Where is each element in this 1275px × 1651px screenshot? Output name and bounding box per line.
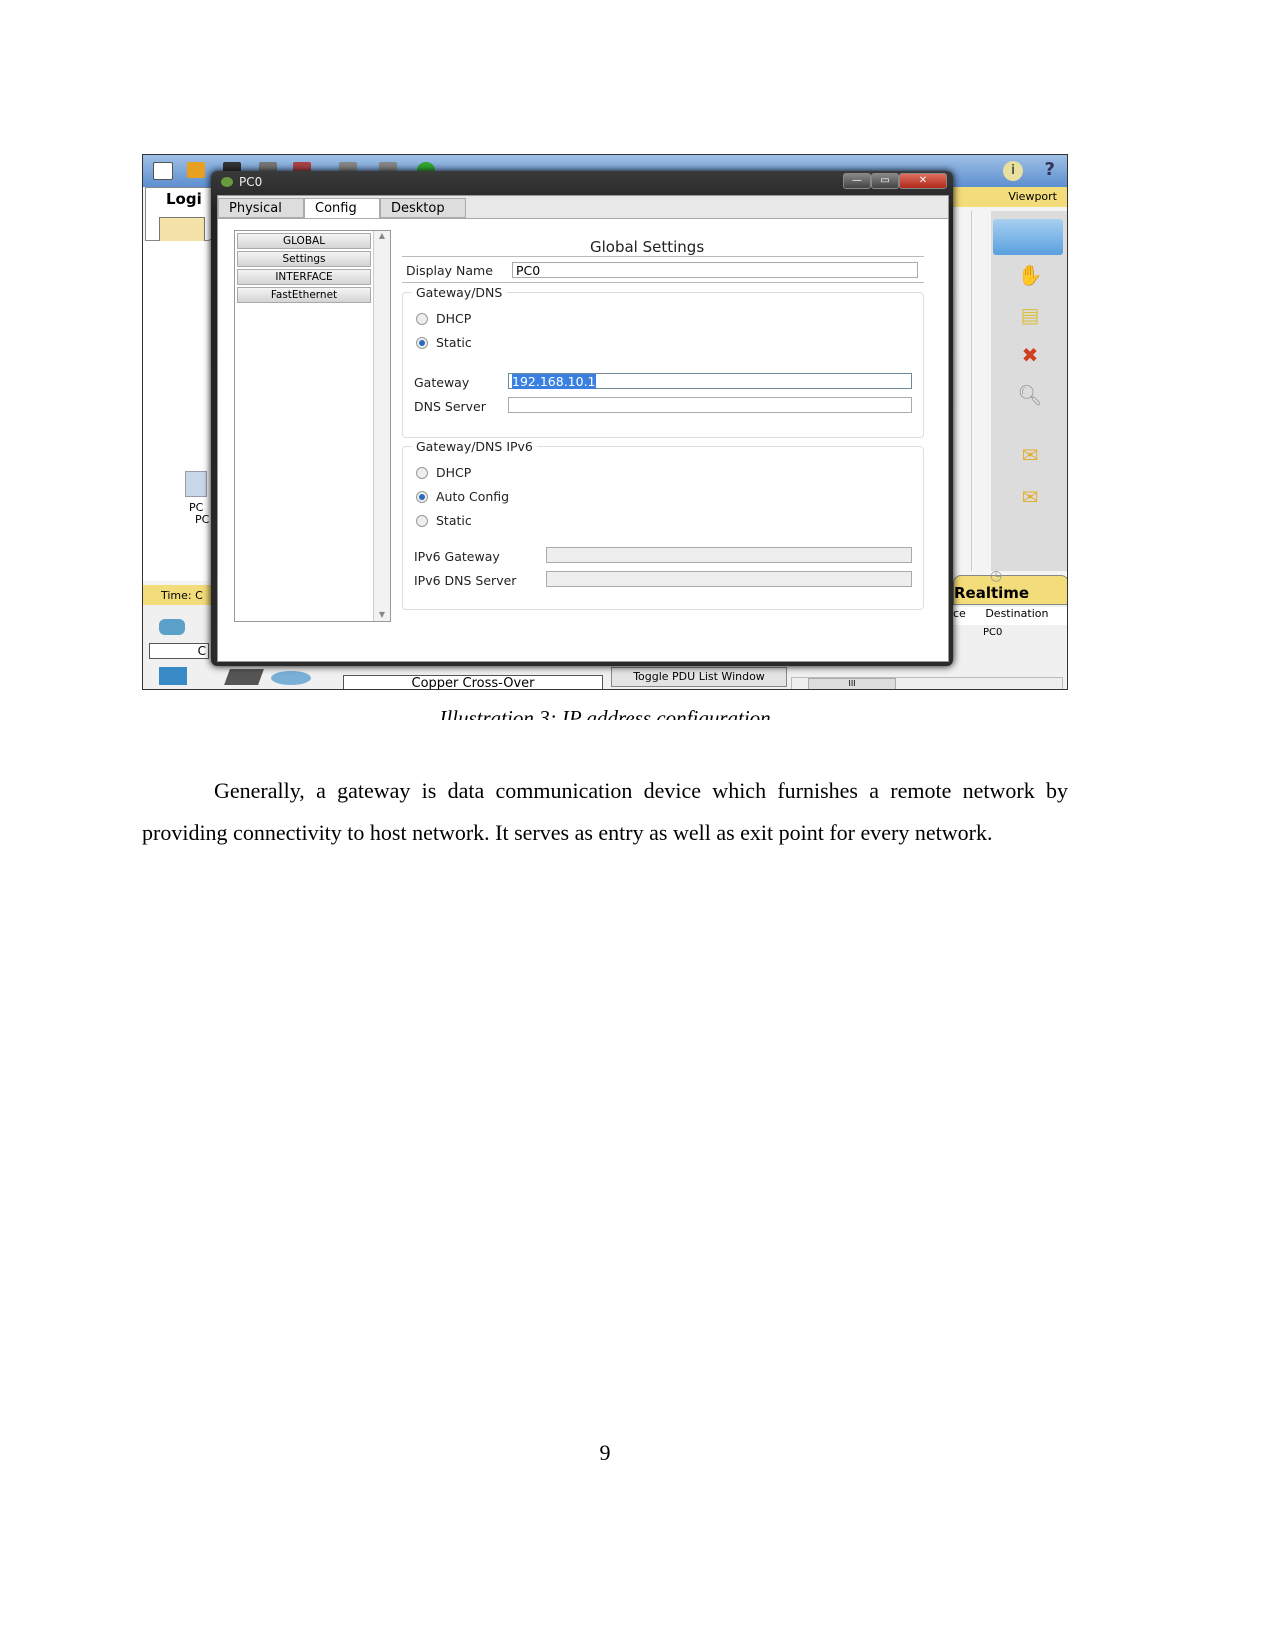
nav-settings[interactable]: Settings — [237, 251, 371, 267]
router-icon[interactable] — [159, 619, 185, 635]
pdu-list-header: ce Destination — [953, 607, 1067, 625]
dns-server-input[interactable] — [508, 397, 912, 413]
cable-connector-icon[interactable] — [224, 669, 264, 685]
paragraph-text: Generally, a gateway is data communicati… — [142, 778, 1068, 845]
move-hand-icon[interactable]: ✋ — [1015, 263, 1045, 289]
ipv6-auto-config-label: Auto Config — [436, 489, 510, 504]
scrollbar-thumb[interactable]: III — [808, 678, 896, 689]
info-icon[interactable]: i — [1003, 161, 1023, 181]
dialog-title: PC0 — [239, 175, 263, 189]
time-display: Time: C — [143, 585, 213, 605]
body-paragraph: Generally, a gateway is data communicati… — [142, 770, 1068, 854]
dhcp-label: DHCP — [436, 311, 472, 326]
tab-physical[interactable]: Physical — [218, 198, 304, 218]
add-complex-pdu-icon[interactable]: ✉ — [1015, 485, 1045, 511]
ipv6-static-radio[interactable] — [416, 515, 428, 527]
tab-config[interactable]: Config — [304, 198, 380, 218]
help-icon[interactable]: ? — [1045, 159, 1055, 180]
inspect-magnifier-icon[interactable]: 🔍︎ — [1015, 383, 1045, 409]
minimize-button[interactable]: — — [843, 173, 871, 189]
delete-icon[interactable]: ✖ — [1015, 343, 1045, 369]
pc-device-icon[interactable] — [185, 471, 207, 497]
maximize-button[interactable]: ▭ — [871, 173, 899, 189]
workspace[interactable]: PC PC — [143, 241, 213, 581]
connection-type-label: Copper Cross-Over — [343, 675, 603, 689]
gateway-label: Gateway — [414, 375, 470, 390]
toggle-pdu-list-button[interactable]: Toggle PDU List Window — [611, 667, 787, 687]
gateway-value: 192.168.10.1 — [512, 374, 596, 389]
dialog-client: Physical Config Desktop GLOBAL Settings … — [217, 195, 949, 662]
pc-icon — [221, 177, 233, 187]
pc0-dialog: PC0 — ▭ ✕ Physical Config Desktop GLOBAL… — [211, 171, 953, 666]
config-nav-list: GLOBAL Settings INTERFACE FastEthernet ▲… — [234, 230, 391, 622]
add-simple-pdu-icon[interactable]: ✉ — [1015, 443, 1045, 469]
note-icon[interactable]: ▤ — [1015, 303, 1045, 329]
pdu-row-destination: PC0 — [983, 627, 1003, 638]
divider — [402, 256, 924, 257]
gateway-input[interactable]: 192.168.10.1 — [508, 373, 912, 389]
tab-desktop[interactable]: Desktop — [380, 198, 466, 218]
figure-caption: Illustration 3: IP address configuration — [439, 706, 771, 720]
vertical-scrollbar[interactable] — [971, 211, 992, 571]
nav-global[interactable]: GLOBAL — [237, 233, 371, 249]
device-type-field[interactable]: C — [149, 643, 209, 659]
common-tools-bar: ✋ ▤ ✖ 🔍︎ ✉ ✉ — [991, 211, 1067, 571]
open-folder-icon[interactable] — [187, 162, 205, 178]
ipv6-dns-server-input[interactable] — [546, 571, 912, 587]
ipv6-dhcp-label: DHCP — [436, 465, 472, 480]
static-radio[interactable] — [416, 337, 428, 349]
ipv6-dhcp-radio[interactable] — [416, 467, 428, 479]
ipv6-dns-server-label: IPv6 DNS Server — [414, 573, 517, 588]
viewport-label[interactable]: Viewport — [953, 187, 1067, 207]
ipv6-static-label: Static — [436, 513, 472, 528]
realtime-mode-tab[interactable]: ◷ Realtime — [953, 568, 1067, 605]
static-label: Static — [436, 335, 472, 350]
gateway-dns-ipv6-legend: Gateway/DNS IPv6 — [412, 439, 537, 454]
close-button[interactable]: ✕ — [899, 173, 947, 189]
ipv6-gateway-label: IPv6 Gateway — [414, 549, 500, 564]
pdu-column-destination: Destination — [985, 607, 1049, 620]
display-name-input[interactable]: PC0 — [512, 262, 918, 278]
clock-icon: ◷ — [990, 568, 1003, 584]
horizontal-scrollbar[interactable]: III — [791, 677, 1063, 689]
nav-interface[interactable]: INTERFACE — [237, 269, 371, 285]
select-tool-icon[interactable] — [993, 219, 1063, 255]
new-file-icon[interactable] — [153, 162, 173, 180]
dns-server-label: DNS Server — [414, 399, 486, 414]
section-title: Global Settings — [590, 238, 705, 256]
ipv6-gateway-input[interactable] — [546, 547, 912, 563]
realtime-label: Realtime — [954, 584, 1030, 602]
end-device-icon[interactable] — [159, 667, 187, 685]
divider — [402, 282, 924, 283]
dhcp-radio[interactable] — [416, 313, 428, 325]
device-label: PC — [195, 513, 210, 526]
tab-bar: Physical Config Desktop — [218, 196, 948, 219]
wan-cloud-icon[interactable] — [271, 671, 311, 685]
packet-tracer-screenshot: i ? Logi PC PC Time: C C Copper Cross-Ov… — [142, 154, 1068, 690]
nav-scrollbar[interactable]: ▲ ▼ — [373, 231, 390, 621]
ipv6-auto-config-radio[interactable] — [416, 491, 428, 503]
page-number: 9 — [599, 1440, 611, 1465]
document-page: i ? Logi PC PC Time: C C Copper Cross-Ov… — [0, 0, 1275, 1651]
gateway-dns-group — [402, 292, 924, 438]
nav-fastethernet[interactable]: FastEthernet — [237, 287, 371, 303]
gateway-dns-legend: Gateway/DNS — [412, 285, 507, 300]
pdu-column-source: ce — [953, 607, 966, 620]
display-name-label: Display Name — [406, 263, 493, 278]
